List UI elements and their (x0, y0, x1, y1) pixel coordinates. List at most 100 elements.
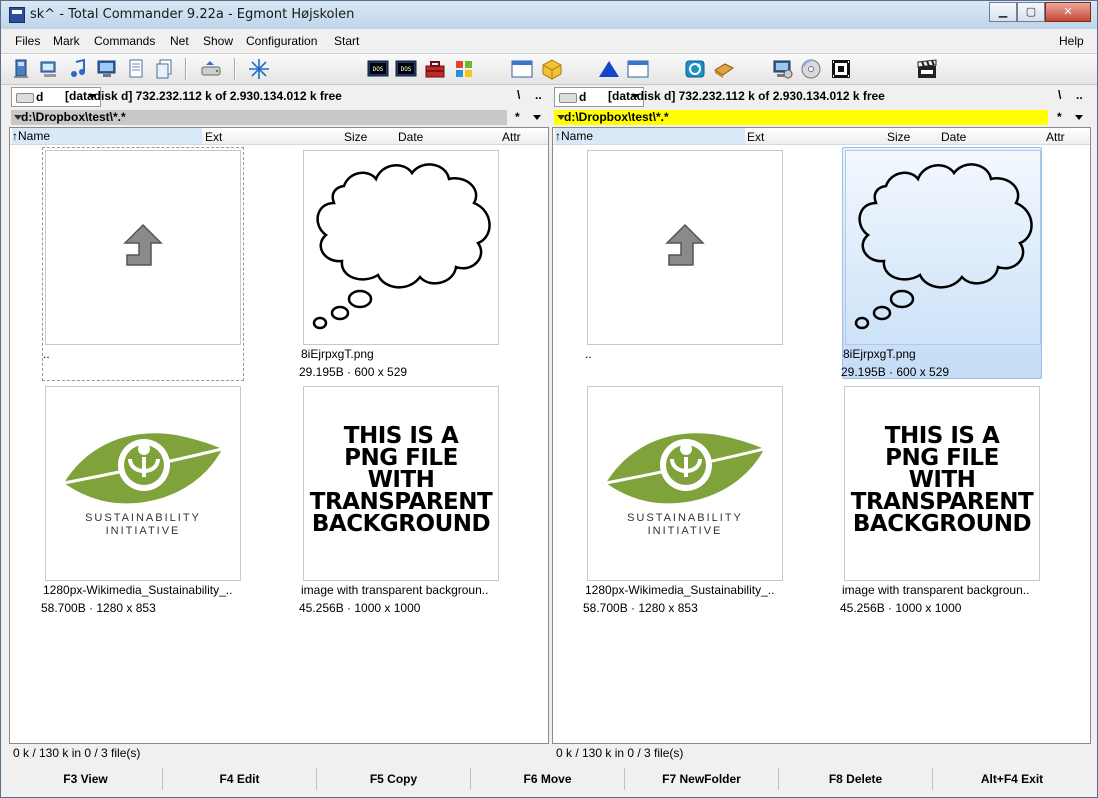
png-thumbnail-text: THIS IS A PNG FILE WITH TRANSPARENT BACK… (845, 425, 1039, 537)
column-date[interactable]: Date (941, 130, 966, 144)
png-thumbnail-text: THIS IS A PNG FILE WITH TRANSPARENT BACK… (304, 425, 498, 536)
document-icon[interactable] (125, 58, 147, 80)
png-line: TRANSPARENT (309, 489, 493, 515)
refresh-icon[interactable] (684, 58, 706, 80)
left-up-button[interactable]: .. (535, 88, 542, 102)
right-path: d:\Dropbox\test\*.* (564, 110, 669, 124)
window2-icon[interactable] (627, 58, 649, 80)
list-item-file[interactable]: THIS IS A PNG FILE WITH TRANSPARENT BACK… (299, 384, 501, 616)
menu-configuration[interactable]: Configuration (246, 34, 317, 48)
column-size[interactable]: Size (887, 130, 910, 144)
logo-line-2: INITIATIVE (106, 525, 181, 537)
list-item-file-selected[interactable]: 8iEjrpxgT.png 29.195B · 600 x 529 (841, 147, 1042, 379)
column-date[interactable]: Date (398, 130, 423, 144)
right-drive-info: [datadisk d] 732.232.112 k of 2.930.134.… (608, 89, 885, 103)
file-meta: 58.700B · 1280 x 853 (583, 601, 698, 615)
svg-text:DOS: DOS (373, 66, 384, 73)
right-hotlist-icon[interactable] (1075, 115, 1083, 120)
title-bar[interactable]: sk^ - Total Commander 9.22a - Egmont Høj… (1, 1, 1097, 29)
triangle-icon[interactable] (598, 58, 620, 80)
up-arrow-icon (665, 223, 705, 266)
thumbnail (845, 150, 1041, 345)
sort-name-column[interactable]: ↑Name (12, 128, 202, 144)
menu-mark[interactable]: Mark (53, 34, 80, 48)
file-name: 1280px-Wikimedia_Sustainability_.. (43, 583, 233, 597)
f6-move-button[interactable]: F6 Move (471, 768, 625, 790)
logo-line-1: SUSTAINABILITY (627, 512, 743, 524)
column-ext[interactable]: Ext (747, 130, 764, 144)
thumbnail: THIS IS A PNG FILE WITH TRANSPARENT BACK… (844, 386, 1040, 581)
drive-icon[interactable] (200, 58, 222, 80)
menu-start[interactable]: Start (334, 34, 359, 48)
floppy-icon[interactable] (9, 7, 25, 23)
up-arrow-icon (123, 223, 163, 266)
book-icon[interactable] (713, 58, 735, 80)
drive-letter: d (36, 90, 44, 104)
right-drive-bar: d [datadisk d] 732.232.112 k of 2.930.13… (554, 87, 1090, 107)
thought-bubble-icon (312, 163, 491, 330)
copy-icon[interactable] (153, 58, 175, 80)
alt-f4-exit-button[interactable]: Alt+F4 Exit (933, 768, 1091, 790)
menu-show[interactable]: Show (203, 34, 233, 48)
function-key-bar: F3 View F4 Edit F5 Copy F6 Move F7 NewFo… (1, 768, 1097, 790)
thumbnail: SUSTAINABILITY INITIATIVE (45, 386, 241, 581)
list-item-file[interactable]: THIS IS A PNG FILE WITH TRANSPARENT BACK… (840, 384, 1042, 616)
list-item-parent-dir[interactable]: .. (42, 147, 244, 381)
f8-delete-button[interactable]: F8 Delete (779, 768, 933, 790)
sort-name-column[interactable]: ↑Name (555, 128, 745, 144)
column-attr[interactable]: Attr (1046, 130, 1065, 144)
window-controls: ▁ ▢ ✕ (989, 2, 1091, 22)
network-icon[interactable] (38, 58, 60, 80)
right-filter-button[interactable]: * (1057, 110, 1062, 124)
windows-icon[interactable] (453, 58, 475, 80)
png-line: WITH (367, 467, 435, 493)
left-root-button[interactable]: \ (517, 88, 520, 102)
menu-help[interactable]: Help (1059, 34, 1084, 48)
column-attr[interactable]: Attr (502, 130, 521, 144)
left-drive-bar: d [datadisk d] 732.232.112 k of 2.930.13… (11, 87, 547, 107)
music-icon[interactable] (67, 58, 89, 80)
package-icon[interactable] (541, 58, 563, 80)
list-item-file[interactable]: 8iEjrpxgT.png 29.195B · 600 x 529 (299, 148, 501, 380)
hard-disk-icon (16, 93, 34, 103)
list-item-parent-dir[interactable]: .. (585, 148, 785, 380)
png-line: BACKGROUND (852, 511, 1032, 537)
minimize-button[interactable]: ▁ (989, 2, 1017, 22)
clapper-icon[interactable] (916, 58, 938, 80)
right-root-button[interactable]: \ (1058, 88, 1061, 102)
close-button[interactable]: ✕ (1045, 2, 1091, 22)
left-file-panel[interactable]: ↑Name Ext Size Date Attr .. 8iEjrpxgT.pn… (9, 127, 549, 744)
toolbox-icon[interactable] (424, 58, 446, 80)
f7-newfolder-button[interactable]: F7 NewFolder (625, 768, 779, 790)
left-hotlist-icon[interactable] (533, 115, 541, 120)
logo-line-1: SUSTAINABILITY (85, 512, 201, 524)
dos2-icon[interactable]: DOS (395, 58, 417, 80)
list-item-file[interactable]: SUSTAINABILITY INITIATIVE 1280px-Wikimed… (583, 384, 785, 616)
left-path: d:\Dropbox\test\*.* (21, 110, 126, 124)
snowflake-icon[interactable] (248, 58, 270, 80)
menu-files[interactable]: Files (15, 34, 40, 48)
f4-edit-button[interactable]: F4 Edit (163, 768, 317, 790)
cd-icon[interactable] (800, 58, 822, 80)
maximize-button[interactable]: ▢ (1017, 2, 1045, 22)
window-icon[interactable] (511, 58, 533, 80)
dos-icon[interactable]: DOS (367, 58, 389, 80)
menu-commands[interactable]: Commands (94, 34, 155, 48)
monitor-icon[interactable] (96, 58, 118, 80)
f5-copy-button[interactable]: F5 Copy (317, 768, 471, 790)
film-icon[interactable] (830, 58, 852, 80)
column-ext[interactable]: Ext (205, 130, 222, 144)
monitor-settings-icon[interactable] (771, 58, 793, 80)
right-path-bar[interactable]: d:\Dropbox\test\*.* (554, 110, 1048, 125)
right-up-button[interactable]: .. (1076, 88, 1083, 102)
computer-icon[interactable] (10, 58, 32, 80)
right-file-panel[interactable]: ↑Name Ext Size Date Attr .. 8iEjrpxgT.pn… (552, 127, 1091, 744)
file-meta: 45.256B · 1000 x 1000 (299, 601, 421, 615)
left-path-bar[interactable]: d:\Dropbox\test\*.* (11, 110, 507, 125)
column-size[interactable]: Size (344, 130, 367, 144)
list-item-file[interactable]: SUSTAINABILITY INITIATIVE 1280px-Wikimed… (41, 384, 243, 616)
menu-net[interactable]: Net (170, 34, 189, 48)
f3-view-button[interactable]: F3 View (9, 768, 163, 790)
left-filter-button[interactable]: * (515, 110, 520, 124)
file-name: 8iEjrpxgT.png (301, 347, 374, 361)
